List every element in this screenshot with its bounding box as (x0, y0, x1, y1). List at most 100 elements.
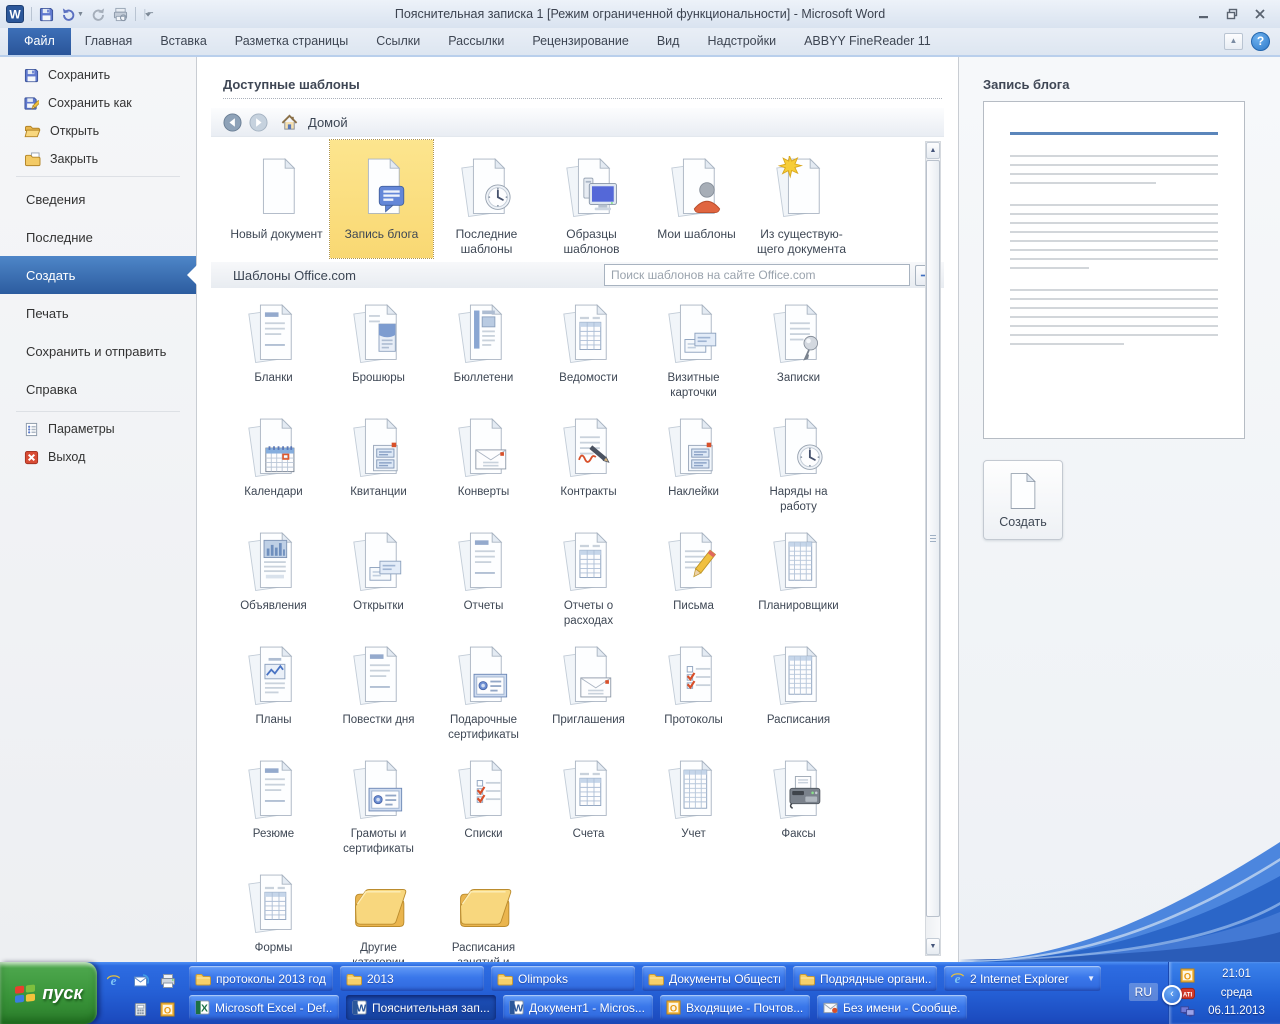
network-icon[interactable] (1180, 1004, 1195, 1019)
sidebar-item-options[interactable]: Параметры (0, 415, 196, 443)
task-button-excel-def[interactable]: XMicrosoft Excel - Def... (189, 995, 339, 1020)
printer-icon[interactable] (160, 973, 176, 989)
scroll-up-button[interactable]: ▲ (926, 142, 940, 159)
category-work-orders[interactable]: Наряды на работу (746, 410, 851, 524)
sidebar-item-info[interactable]: Сведения (0, 180, 196, 218)
category-letters[interactable]: Письма (641, 524, 746, 638)
qat-customize-icon[interactable] (143, 8, 154, 21)
ribbon-tab-abbyy[interactable]: ABBYY FineReader 11 (790, 28, 945, 55)
category-reports[interactable]: Отчеты (431, 524, 536, 638)
back-icon[interactable] (223, 113, 242, 132)
outlook-icon[interactable]: O (160, 1002, 175, 1017)
category-certificates[interactable]: Грамоты и сертификаты (326, 752, 431, 866)
ribbon-tab-review[interactable]: Рецензирование (518, 28, 643, 55)
ribbon-tab-references[interactable]: Ссылки (362, 28, 434, 55)
category-lists[interactable]: Списки (431, 752, 536, 866)
task-button-word-current[interactable]: WПояснительная зап... (346, 995, 496, 1020)
restore-button[interactable] (1226, 8, 1238, 20)
category-expense-reports[interactable]: Отчеты о расходах (536, 524, 641, 638)
undo-icon[interactable]: ▼ (61, 7, 84, 22)
sidebar-item-new[interactable]: Создать (0, 256, 196, 294)
ribbon-tab-view[interactable]: Вид (643, 28, 694, 55)
task-button-word-doc1[interactable]: WДокумент1 - Micros... (503, 995, 653, 1020)
sidebar-item-open[interactable]: Открыть (0, 117, 196, 145)
category-schedules[interactable]: Расписания (746, 638, 851, 752)
sidebar-item-help[interactable]: Справка (0, 370, 196, 408)
redo-icon[interactable] (91, 7, 106, 22)
ribbon-tab-mailings[interactable]: Рассылки (434, 28, 518, 55)
category-contracts[interactable]: Контракты (536, 410, 641, 524)
help-icon[interactable]: ? (1251, 32, 1270, 51)
minimize-button[interactable] (1198, 8, 1210, 20)
template-from-existing[interactable]: Из существую­щего документа (750, 140, 853, 258)
category-forms[interactable]: Формы (221, 866, 326, 962)
category-postcards[interactable]: Открытки (326, 524, 431, 638)
ribbon-tab-file[interactable]: Файл (8, 28, 71, 55)
ribbon-tab-home[interactable]: Главная (71, 28, 147, 55)
category-newsletters[interactable]: Бюллетени (431, 296, 536, 410)
sidebar-item-exit[interactable]: Выход (0, 443, 196, 471)
sidebar-item-save-as[interactable]: Сохранить как (0, 89, 196, 117)
tray-chevron-icon[interactable]: ‹ (1162, 985, 1182, 1005)
task-button-folder-society-docs[interactable]: Документы Общества (642, 966, 786, 991)
ribbon-tab-insert[interactable]: Вставка (146, 28, 220, 55)
task-button-folder-2013[interactable]: 2013 (340, 966, 484, 991)
task-button-folder-protocols-2013[interactable]: протоколы 2013 год (189, 966, 333, 991)
ie-icon[interactable]: e (106, 973, 121, 988)
category-more-categories[interactable]: Другие категории (326, 866, 431, 962)
category-plans[interactable]: Планы (221, 638, 326, 752)
calculator-icon[interactable] (133, 1002, 148, 1017)
category-envelopes[interactable]: Конверты (431, 410, 536, 524)
category-receipts[interactable]: Квитанции (326, 410, 431, 524)
category-statements[interactable]: Ведомости (536, 296, 641, 410)
close-button[interactable] (1254, 8, 1266, 20)
template-my-templates[interactable]: Мои шаблоны (645, 140, 748, 258)
task-button-outlook-inbox[interactable]: OВходящие - Почтов... (660, 995, 810, 1020)
sidebar-item-recent[interactable]: Последние (0, 218, 196, 256)
category-memos[interactable]: Записки (746, 296, 851, 410)
category-labels[interactable]: Наклейки (641, 410, 746, 524)
category-minutes[interactable]: Протоколы (641, 638, 746, 752)
category-calendars[interactable]: Календари (221, 410, 326, 524)
template-sample-templates[interactable]: Образцы шаблонов (540, 140, 643, 258)
home-icon[interactable] (281, 114, 298, 131)
template-new-document[interactable]: Новый документ (225, 140, 328, 258)
task-button-folder-olimpoks[interactable]: Olimpoks (491, 966, 635, 991)
template-blog-post[interactable]: Запись блога (330, 140, 433, 258)
sidebar-item-save[interactable]: Сохранить (0, 61, 196, 89)
category-invoices[interactable]: Счета (536, 752, 641, 866)
task-button-folder-contractors[interactable]: Подрядные органи... (793, 966, 937, 991)
print-preview-icon[interactable] (113, 7, 128, 22)
ribbon-tab-page-layout[interactable]: Разметка страницы (221, 28, 362, 55)
category-announcements[interactable]: Объявления (221, 524, 326, 638)
sidebar-item-print[interactable]: Печать (0, 294, 196, 332)
outlook-express-icon[interactable] (133, 973, 149, 989)
language-indicator[interactable]: RU (1129, 983, 1158, 1001)
task-button-mail-message[interactable]: Без имени - Сообще... (817, 995, 967, 1020)
sidebar-item-save-send[interactable]: Сохранить и отправить (0, 332, 196, 370)
task-button-internet-explorer-group[interactable]: e2 Internet Explorer▼ (944, 966, 1101, 991)
category-business-cards[interactable]: Визитные карточки (641, 296, 746, 410)
home-breadcrumb[interactable]: Домой (308, 115, 348, 130)
category-invitations[interactable]: Приглашения (536, 638, 641, 752)
category-resumes[interactable]: Резюме (221, 752, 326, 866)
category-planners[interactable]: Планировщики (746, 524, 851, 638)
ribbon-tab-add-ins[interactable]: Надстройки (693, 28, 790, 55)
start-button[interactable]: пуск (0, 962, 97, 1024)
category-faxes[interactable]: Факсы (746, 752, 851, 866)
save-icon[interactable] (39, 7, 54, 22)
category-letterheads[interactable]: Бланки (221, 296, 326, 410)
scroll-down-button[interactable]: ▼ (926, 938, 940, 955)
create-button[interactable]: Создать (983, 460, 1063, 540)
category-brochures[interactable]: Брошюры (326, 296, 431, 410)
category-class-schedules[interactable]: Расписания занятий и (431, 866, 536, 962)
word-logo-icon[interactable]: W (6, 5, 24, 23)
forward-icon[interactable] (249, 113, 268, 132)
category-agendas[interactable]: Повестки дня (326, 638, 431, 752)
sidebar-item-close[interactable]: Закрыть (0, 145, 196, 173)
minimize-ribbon-icon[interactable]: ▲ (1224, 33, 1243, 50)
template-recent-templates[interactable]: Последние шаблоны (435, 140, 538, 258)
category-accounting[interactable]: Учет (641, 752, 746, 866)
template-search-input[interactable] (604, 264, 910, 286)
outlook-icon[interactable]: O (1180, 968, 1195, 983)
